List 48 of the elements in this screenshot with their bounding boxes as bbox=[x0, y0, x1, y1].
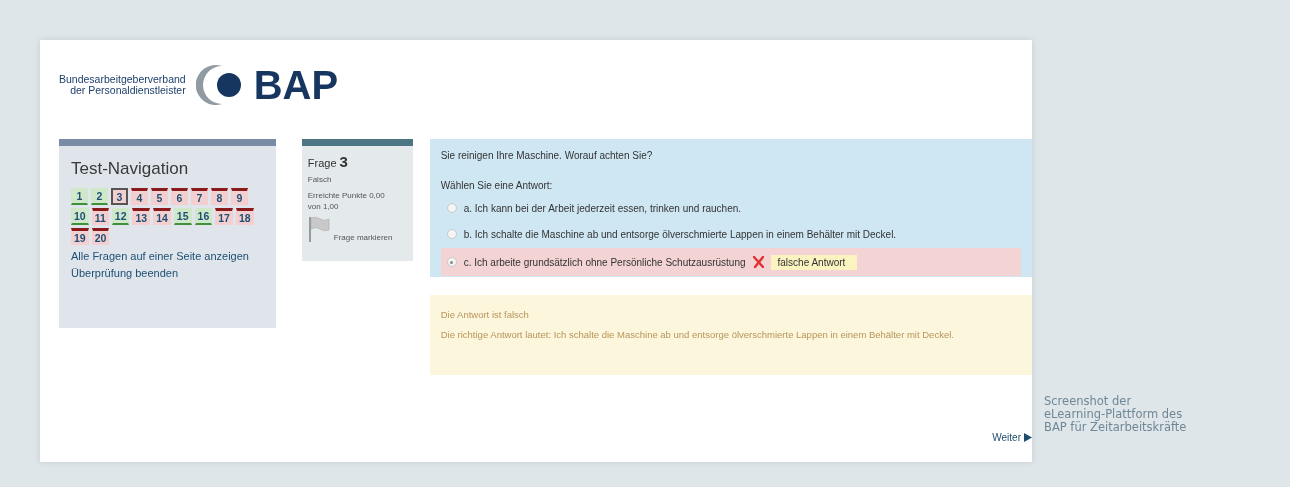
question-number[interactable]: 13 bbox=[132, 208, 151, 225]
question-number[interactable]: 5 bbox=[151, 188, 168, 205]
answer-text: a. Ich kann bei der Arbeit jederzeit essen, trinken und rauchen. bbox=[463, 202, 742, 214]
question-number[interactable]: 17 bbox=[215, 208, 233, 225]
question-number[interactable]: 9 bbox=[231, 188, 248, 205]
radio-button[interactable] bbox=[446, 203, 457, 213]
answer-text: c. Ich arbeite grundsätzlich ohne Persönliche Schutzausrüstung bbox=[463, 256, 746, 268]
organization-name: der Personaldienstleister bbox=[70, 85, 186, 96]
question-number[interactable]: 1 bbox=[71, 188, 88, 205]
next-button[interactable]: Weiter bbox=[992, 430, 1032, 445]
points-text: Erreichte Punkte 0,00 von 1,00 bbox=[307, 190, 386, 212]
question-number[interactable]: 15 bbox=[173, 208, 192, 225]
question-number[interactable]: 10 bbox=[71, 208, 89, 225]
link[interactable]: Alle Fragen auf einer Seite anzeigen bbox=[71, 250, 264, 262]
caption-text: Screenshot der bbox=[1044, 395, 1133, 408]
panel-title: Test-Navigation bbox=[71, 159, 190, 179]
feedback-text: Die richtige Antwort lautet: Ich schalte die Maschine ab und entsorge ölverschmierte Lappen in einem Behälter mit Deckel. bbox=[440, 328, 955, 341]
radio-button[interactable] bbox=[446, 229, 457, 239]
brand-name: BAP bbox=[253, 62, 339, 108]
feedback-text: Die Antwort ist falsch bbox=[440, 308, 530, 321]
question-number[interactable]: 14 bbox=[153, 208, 171, 225]
play-icon bbox=[1024, 433, 1032, 442]
question-number[interactable]: 6 bbox=[171, 188, 188, 205]
question-number[interactable]: 12 bbox=[111, 208, 130, 225]
radio-button[interactable] bbox=[446, 257, 457, 267]
status-text: Falsch bbox=[307, 175, 333, 184]
question-number[interactable]: 11 bbox=[91, 208, 109, 225]
question-number[interactable]: 3 bbox=[111, 188, 128, 205]
flag-label[interactable]: Frage markieren bbox=[333, 233, 393, 242]
question-title: Frage 3 bbox=[307, 153, 349, 170]
question-number[interactable]: 20 bbox=[91, 228, 110, 245]
question-number[interactable]: 4 bbox=[131, 188, 148, 205]
organization-name: Bundesarbeitgeberverband bbox=[59, 74, 186, 85]
question-text: Sie reinigen Ihre Maschine. Worauf achten Sie? bbox=[440, 150, 654, 161]
prompt-text: Wählen Sie eine Antwort: bbox=[440, 180, 554, 191]
answer-text: b. Ich schalte die Maschine ab und entsorge ölverschmierte Lappen in einem Behälter mit Deckel. bbox=[463, 228, 897, 240]
link[interactable]: Überprüfung beenden bbox=[71, 267, 264, 279]
question-number[interactable]: 16 bbox=[194, 208, 213, 225]
caption-text: eLearning-Plattform des bbox=[1044, 408, 1183, 421]
caption-text: BAP für Zeitarbeitskräfte bbox=[1044, 421, 1187, 434]
question-number[interactable]: 2 bbox=[91, 188, 108, 205]
logo-icon bbox=[195, 64, 244, 106]
question-number[interactable]: 8 bbox=[211, 188, 228, 205]
question-number[interactable]: 18 bbox=[235, 208, 254, 225]
flag-icon[interactable] bbox=[307, 216, 330, 242]
question-number[interactable]: 7 bbox=[191, 188, 208, 205]
question-number[interactable]: 19 bbox=[71, 228, 89, 245]
result-label: falsche Antwort bbox=[770, 254, 858, 270]
